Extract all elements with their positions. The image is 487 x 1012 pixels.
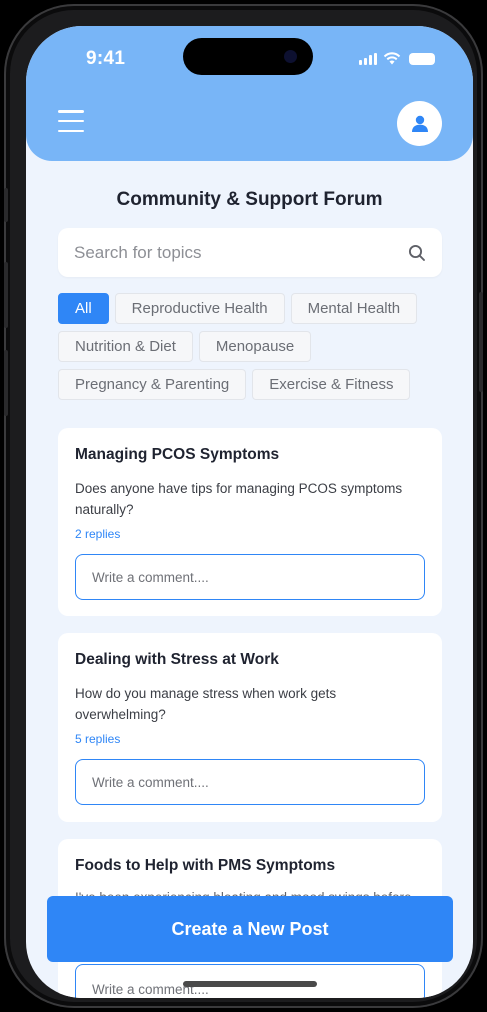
search-input[interactable] — [74, 242, 408, 263]
category-chip-all[interactable]: All — [58, 293, 109, 324]
post-body: Does anyone have tips for managing PCOS … — [75, 481, 403, 517]
category-chip-exercise-fitness[interactable]: Exercise & Fitness — [252, 369, 411, 400]
mute-switch — [4, 350, 8, 416]
power-button — [479, 292, 483, 392]
post-body: How do you manage stress when work gets … — [75, 686, 337, 722]
user-profile-button[interactable] — [397, 101, 442, 146]
status-icons — [359, 52, 435, 65]
post-card[interactable]: Managing PCOS Symptoms Does anyone have … — [58, 428, 442, 616]
wifi-icon — [383, 52, 401, 65]
category-chip-menopause[interactable]: Menopause — [198, 331, 312, 362]
volume-down-button — [4, 262, 8, 328]
comment-input[interactable] — [75, 554, 425, 600]
category-chip-reproductive-health[interactable]: Reproductive Health — [114, 293, 285, 324]
page-title: Community & Support Forum — [116, 189, 383, 210]
post-title[interactable]: Dealing with Stress at Work — [75, 651, 425, 669]
battery-icon — [409, 53, 435, 65]
category-filters: All Reproductive Health Mental Health Nu… — [58, 293, 448, 407]
front-camera — [284, 50, 297, 63]
hamburger-menu-icon[interactable] — [58, 110, 84, 132]
volume-up-button — [4, 188, 8, 222]
category-chip-pregnancy-parenting[interactable]: Pregnancy & Parenting — [58, 369, 247, 400]
category-chip-nutrition-diet[interactable]: Nutrition & Diet — [58, 331, 193, 362]
status-time: 9:41 — [86, 48, 126, 69]
replies-link[interactable]: 5 replies — [75, 732, 425, 746]
user-profile-icon — [411, 115, 428, 132]
post-title[interactable]: Managing PCOS Symptoms — [75, 446, 425, 464]
dynamic-island — [183, 38, 313, 75]
app-screen: 9:41 Community & Support Forum Search fo… — [26, 26, 473, 998]
search-bar[interactable] — [58, 228, 442, 277]
cellular-signal-icon — [359, 53, 377, 65]
home-indicator — [183, 981, 317, 987]
create-post-button[interactable]: Create a New Post — [47, 896, 453, 962]
app-header: 9:41 — [26, 26, 473, 161]
search-icon[interactable] — [408, 244, 426, 262]
post-title[interactable]: Foods to Help with PMS Symptoms — [75, 857, 425, 875]
replies-link[interactable]: 2 replies — [75, 527, 425, 541]
category-chip-mental-health[interactable]: Mental Health — [290, 293, 418, 324]
comment-input[interactable] — [75, 759, 425, 805]
post-card[interactable]: Dealing with Stress at Work How do you m… — [58, 633, 442, 822]
